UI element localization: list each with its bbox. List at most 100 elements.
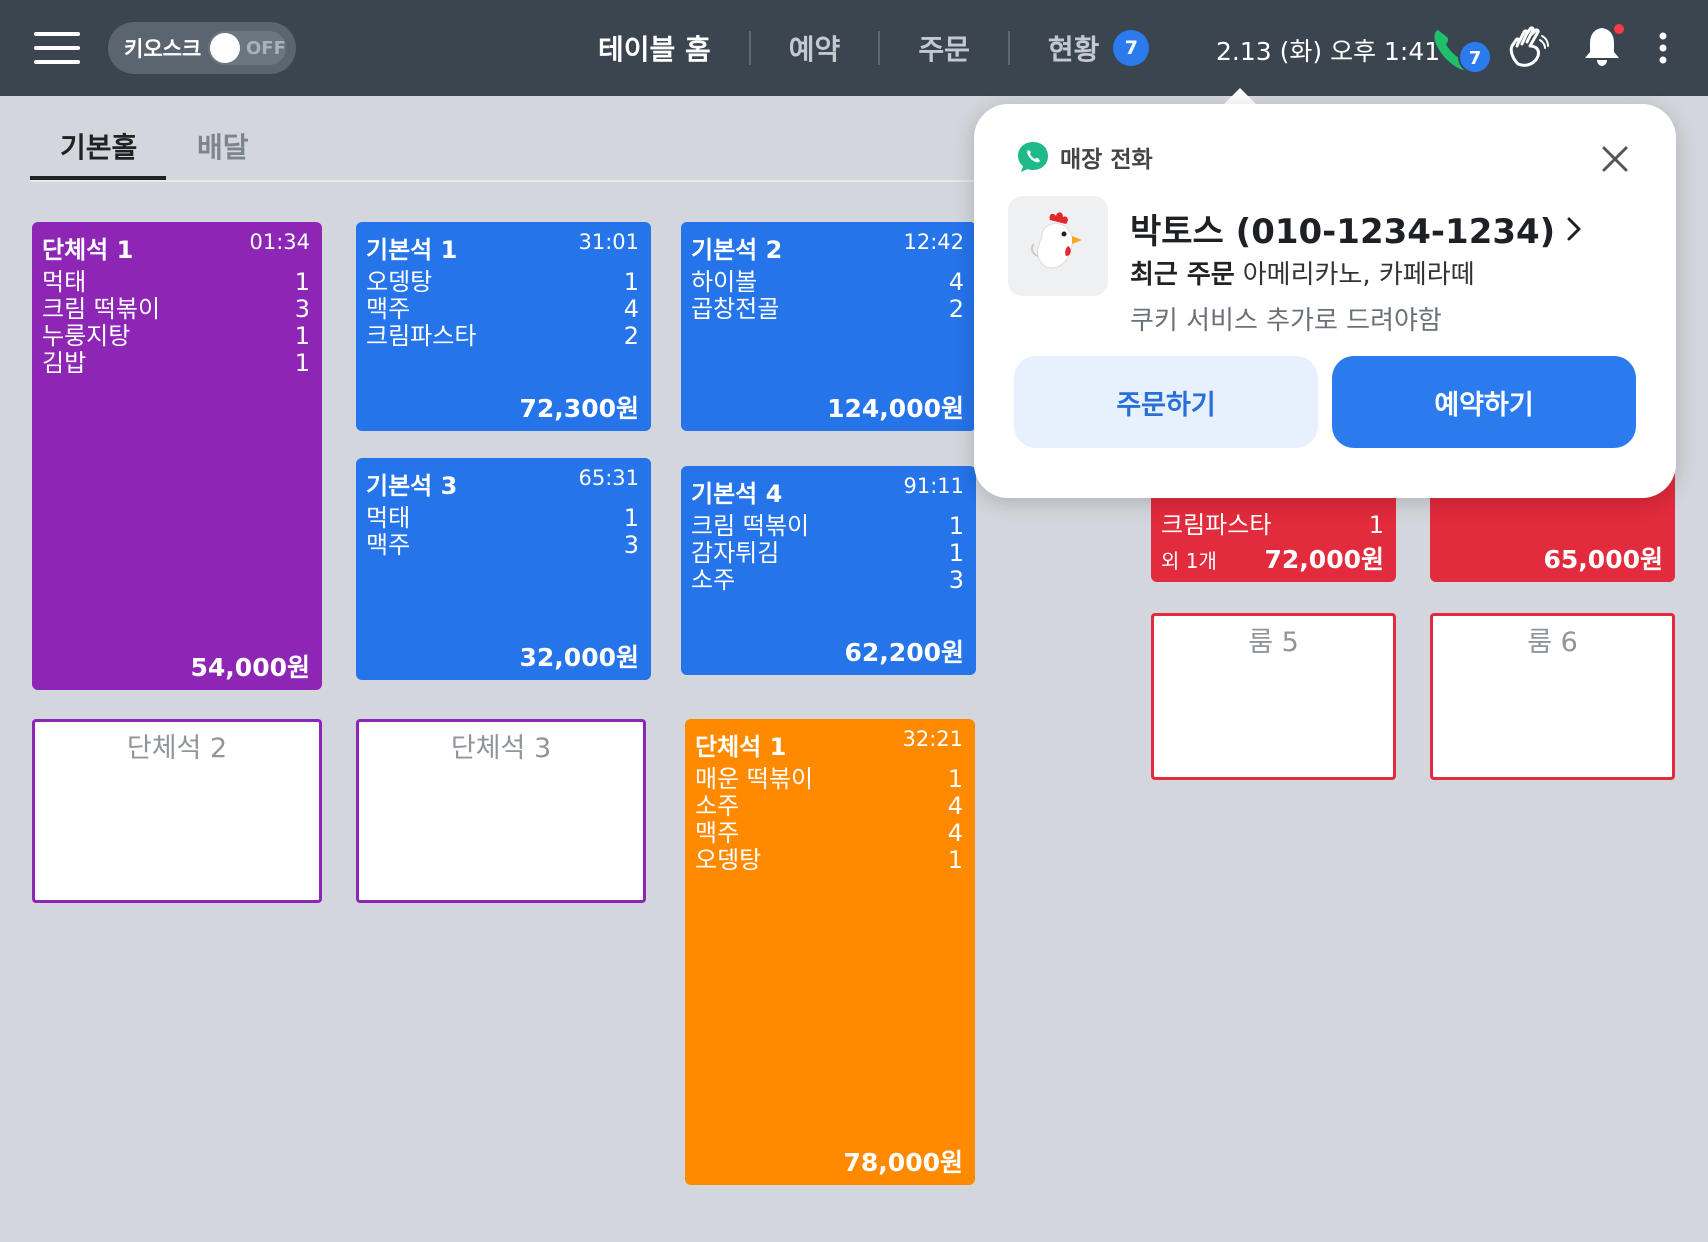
tab-delivery[interactable]: 배달 — [197, 126, 249, 166]
caller-name[interactable]: 박토스 (010-1234-1234) — [1130, 204, 1583, 253]
order-item: 곱창전골 2 — [691, 295, 964, 323]
avatar — [1008, 196, 1108, 296]
nav-label: 테이블 홈 — [598, 33, 711, 66]
table-time: 31:01 — [578, 230, 639, 254]
order-item: 김밥 1 — [42, 349, 310, 377]
incoming-call-popup: 매장 전화 박토스 (010-1234-1234) 최근 주문 아메리카노, 카페… — [974, 104, 1676, 498]
table-total: 62,200원 — [844, 638, 964, 667]
caller-text: 박토스 (010-1234-1234) — [1130, 212, 1556, 252]
order-item: 맥주 3 — [366, 531, 639, 559]
extra-items: 외 1개 — [1161, 549, 1217, 573]
table-name: 단체석 1 — [42, 236, 134, 264]
table-card-group2[interactable]: 단체석 2 — [32, 719, 322, 903]
call-bubble-icon — [1018, 142, 1048, 172]
table-name: 룸 6 — [1527, 627, 1578, 658]
table-card-basic2[interactable]: 기본석 2 12:42 하이볼 4 곱창전골 2 124,000원 — [681, 222, 976, 431]
toggle-knob — [210, 33, 240, 63]
close-icon[interactable] — [1598, 142, 1632, 176]
table-name: 기본석 3 — [366, 472, 458, 500]
order-item: 하이볼 4 — [691, 268, 964, 296]
order-item: 소주 3 — [691, 566, 964, 594]
table-total: 72,000원 — [1264, 545, 1384, 574]
recent-label: 최근 주문 — [1130, 260, 1235, 290]
table-name: 단체석 3 — [450, 733, 552, 764]
recent-value: 아메리카노, 카페라떼 — [1242, 260, 1475, 290]
top-bar: 키오스크 OFF 테이블 홈 예약 주문 현황 7 2.13 (화) 오후 1:… — [0, 0, 1708, 96]
order-item: 크림파스타 2 — [366, 322, 639, 350]
call-badge: 7 — [1458, 40, 1492, 74]
order-item: 매운 떡볶이 1 — [695, 765, 963, 793]
popup-header: 매장 전화 — [1016, 140, 1153, 174]
order-item: 먹태 1 — [42, 268, 310, 296]
table-card-basic4[interactable]: 기본석 4 91:11 크림 떡볶이 1 감자튀김 1 소주 3 62,200원 — [681, 466, 976, 675]
table-name: 단체석 1 — [695, 733, 787, 761]
table-card-group3[interactable]: 단체석 3 — [356, 719, 646, 903]
waving-hand-icon[interactable] — [1506, 26, 1550, 70]
nav-label: 예약 — [788, 33, 841, 66]
customer-memo: 쿠키 서비스 추가로 드려야함 — [1130, 306, 1442, 336]
nav-order[interactable]: 주문 — [880, 28, 1008, 68]
table-total: 54,000원 — [190, 653, 310, 682]
nav-reservation[interactable]: 예약 — [751, 28, 879, 68]
hall-tabs: 기본홀 배달 — [30, 100, 1030, 182]
datetime: 2.13 (화) 오후 1:41 — [1216, 37, 1441, 66]
order-item: 맥주 4 — [366, 295, 639, 323]
table-card-basic3[interactable]: 기본석 3 65:31 먹태 1 맥주 3 32,000원 — [356, 458, 651, 680]
table-total: 65,000원 — [1543, 545, 1663, 574]
order-list: 크림 떡볶이 1 감자튀김 1 소주 3 — [681, 509, 976, 594]
table-card-group1[interactable]: 단체석 1 01:34 먹태 1 크림 떡볶이 3 누룽지탕 1 김밥 1 54,000원 — [32, 222, 322, 690]
table-total: 72,300원 — [519, 394, 639, 423]
kiosk-state: OFF — [246, 38, 286, 59]
kiosk-label: 키오스크 — [124, 37, 202, 61]
order-item: 먹태 1 — [366, 504, 639, 532]
bell-icon[interactable] — [1582, 22, 1626, 70]
table-card-group1b[interactable]: 단체석 1 32:21 매운 떡볶이 1 소주 4 맥주 4 오뎅탕 1 78,000원 — [685, 719, 975, 1185]
recent-orders: 최근 주문 아메리카노, 카페라떼 — [1130, 254, 1475, 291]
order-item: 소주 4 — [695, 792, 963, 820]
order-item: 누룽지탕 1 — [42, 322, 310, 350]
table-total: 124,000원 — [827, 394, 964, 423]
table-card-basic1[interactable]: 기본석 1 31:01 오뎅탕 1 맥주 4 크림파스타 2 72,300원 — [356, 222, 651, 431]
table-time: 91:11 — [903, 474, 964, 498]
table-card-room6[interactable]: 룸 6 — [1430, 613, 1675, 780]
table-name: 단체석 2 — [126, 733, 228, 764]
rooster-icon — [1030, 212, 1082, 269]
table-time: 65:31 — [578, 466, 639, 490]
table-name: 기본석 1 — [366, 236, 458, 264]
order-list: 오뎅탕 1 맥주 4 크림파스타 2 — [356, 265, 651, 350]
tab-underline — [30, 176, 166, 180]
order-item: 맥주 4 — [695, 819, 963, 847]
order-list: 하이볼 4 곱창전골 2 — [681, 265, 976, 323]
order-item: 오뎅탕 1 — [366, 268, 639, 296]
order-item: 크림 떡볶이 1 — [691, 512, 964, 540]
tab-basic-hall[interactable]: 기본홀 — [60, 126, 137, 166]
order-item: 감자튀김 1 — [691, 539, 964, 567]
order-list: 매운 떡볶이 1 소주 4 맥주 4 오뎅탕 1 — [685, 762, 975, 874]
order-list: 크림파스타 1 — [1151, 508, 1396, 539]
nav-label: 주문 — [918, 33, 970, 66]
kiosk-switch[interactable]: OFF — [208, 31, 286, 65]
reserve-button[interactable]: 예약하기 — [1332, 356, 1636, 448]
order-list: 먹태 1 크림 떡볶이 3 누룽지탕 1 김밥 1 — [32, 265, 322, 377]
table-name: 기본석 2 — [691, 236, 783, 264]
order-list: 먹태 1 맥주 3 — [356, 501, 651, 559]
nav-table-home[interactable]: 테이블 홈 — [560, 28, 749, 68]
more-icon[interactable] — [1656, 32, 1670, 64]
main-nav: 테이블 홈 예약 주문 현황 7 — [560, 0, 1187, 96]
order-button[interactable]: 주문하기 — [1014, 356, 1318, 448]
table-total: 78,000원 — [843, 1148, 963, 1177]
status-badge: 7 — [1113, 30, 1150, 66]
nav-status[interactable]: 현황 7 — [1010, 28, 1188, 68]
table-total: 32,000원 — [519, 643, 639, 672]
menu-icon[interactable] — [34, 32, 80, 64]
chevron-right-icon — [1567, 217, 1581, 240]
order-item: 오뎅탕 1 — [695, 846, 963, 874]
table-time: 32:21 — [902, 727, 963, 751]
table-time: 01:34 — [249, 230, 310, 254]
table-name: 룸 5 — [1248, 627, 1299, 658]
order-item: 크림파스타 1 — [1161, 511, 1384, 539]
table-card-room5[interactable]: 룸 5 — [1151, 613, 1396, 780]
order-item: 크림 떡볶이 3 — [42, 295, 310, 323]
kiosk-toggle[interactable]: 키오스크 OFF — [108, 22, 296, 74]
table-name: 기본석 4 — [691, 480, 783, 508]
